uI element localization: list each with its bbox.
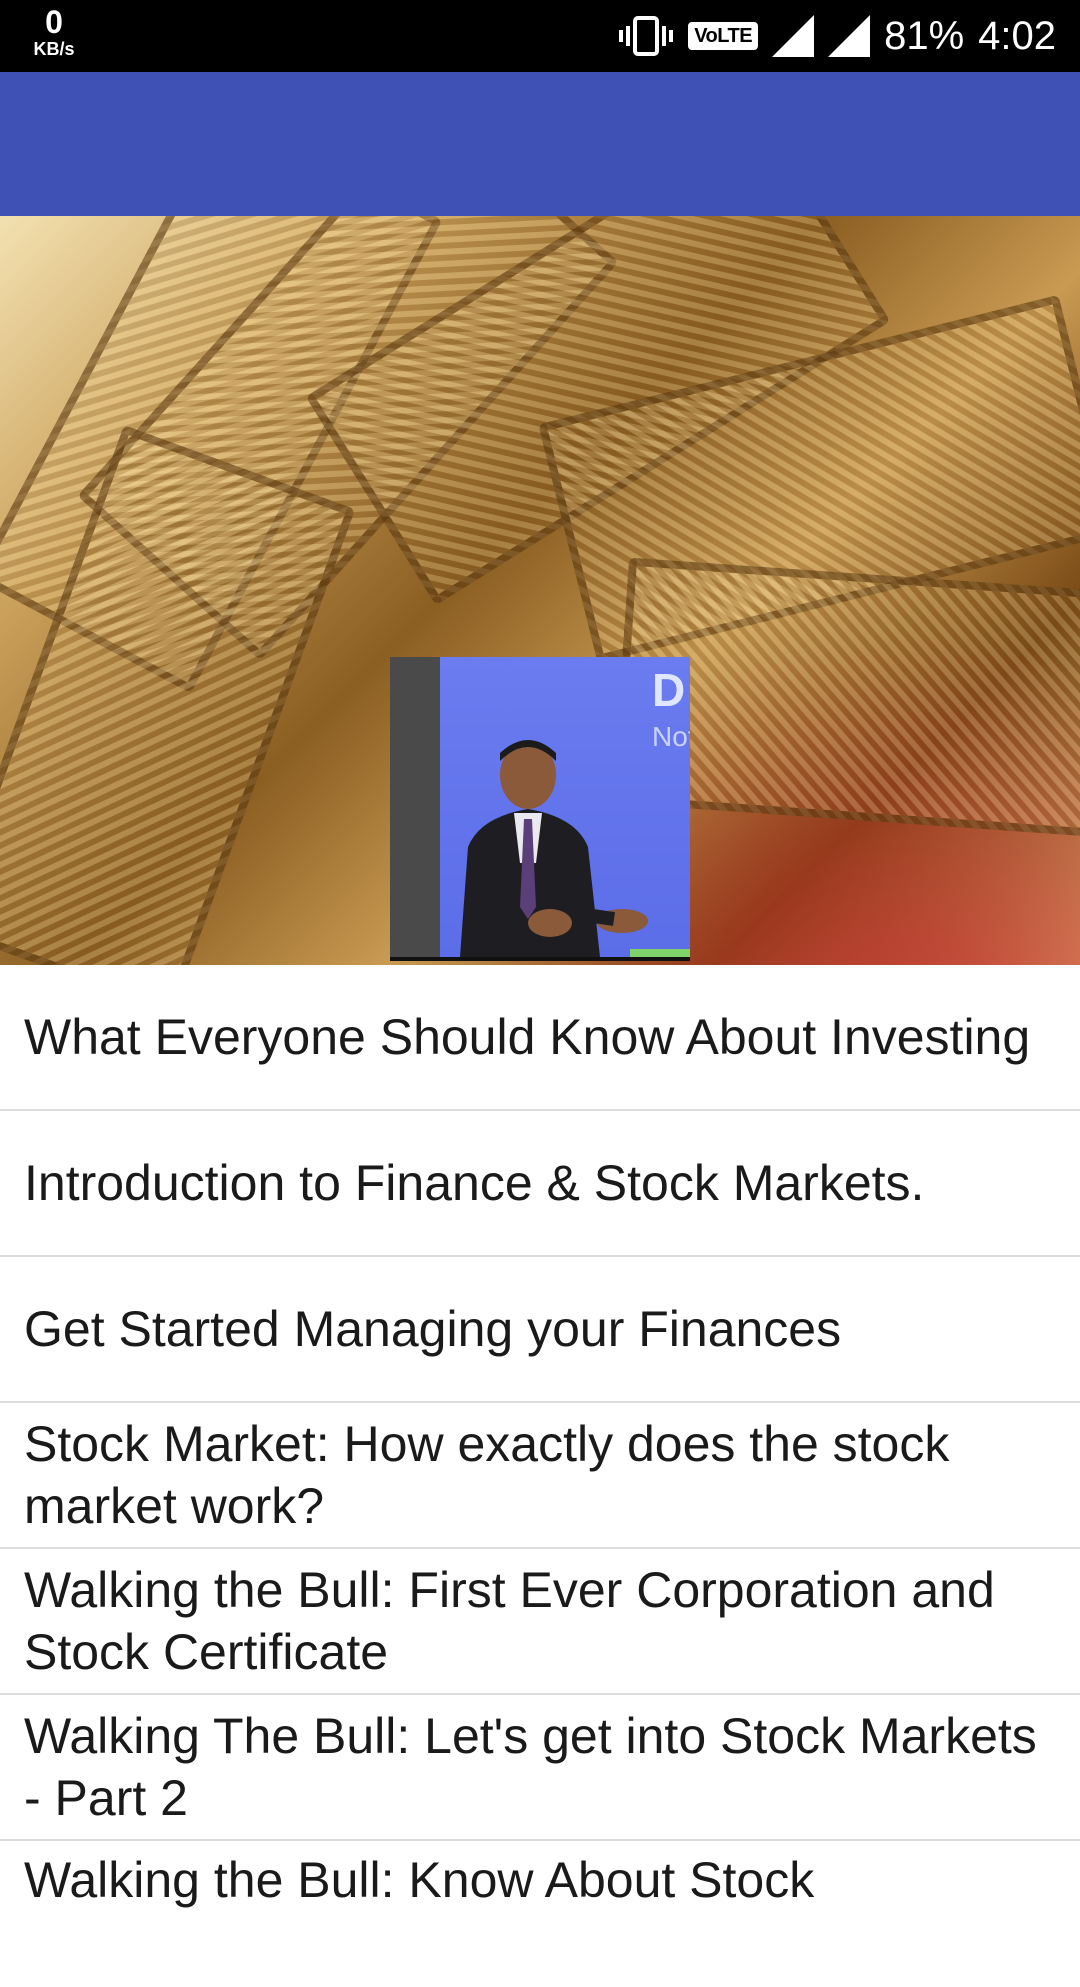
list-item-title: Introduction to Finance & Stock Markets. [24, 1155, 925, 1211]
signal-icon [828, 15, 871, 57]
volte-badge: VoLTE [688, 22, 759, 50]
network-speed-value: 0 [45, 4, 63, 40]
article-list: What Everyone Should Know About Investin… [0, 965, 1080, 1987]
status-bar: 0 KB/s VoLTE 81% 4:02 [0, 0, 1080, 72]
signal-icon [772, 15, 815, 57]
list-item[interactable]: Stock Market: How exactly does the stock… [0, 1403, 1080, 1549]
list-item-title: Walking the Bull: First Ever Corporation… [24, 1562, 995, 1680]
list-item[interactable]: Walking the Bull: First Ever Corporation… [0, 1549, 1080, 1695]
app-bar [0, 72, 1080, 216]
status-icons: VoLTE 81% 4:02 [618, 0, 1056, 72]
list-item[interactable]: Walking the Bull: Know About Stock [0, 1841, 1080, 1987]
list-item-title: Get Started Managing your Finances [24, 1301, 842, 1357]
list-item-title: What Everyone Should Know About Investin… [24, 1009, 1031, 1065]
list-item-title: Walking The Bull: Let's get into Stock M… [24, 1708, 1037, 1826]
speaker-figure [460, 740, 690, 957]
vibrate-icon [618, 14, 674, 58]
clock: 4:02 [978, 13, 1056, 58]
list-item[interactable]: Introduction to Finance & Stock Markets. [0, 1111, 1080, 1257]
list-item-title: Stock Market: How exactly does the stock… [24, 1416, 950, 1534]
list-item[interactable]: Walking The Bull: Let's get into Stock M… [0, 1695, 1080, 1841]
battery-percent: 81% [884, 13, 965, 58]
network-speed-unit: KB/s [33, 39, 75, 59]
speaker-photo: D Not [390, 657, 690, 961]
list-item-title: Walking the Bull: Know About Stock [24, 1852, 815, 1908]
list-item[interactable]: What Everyone Should Know About Investin… [0, 965, 1080, 1111]
list-item[interactable]: Get Started Managing your Finances [0, 1257, 1080, 1403]
network-speed: 0 KB/s [26, 6, 82, 58]
hero-banner: D Not [0, 216, 1080, 965]
